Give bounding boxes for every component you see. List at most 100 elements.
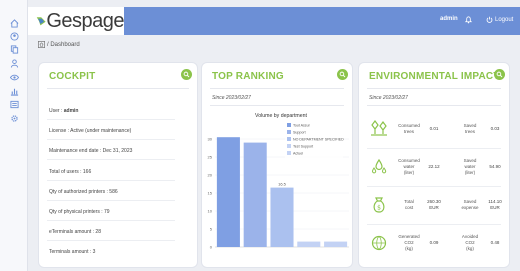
legend-label: Test Support [293, 145, 313, 149]
cockpit-stat-label: Total of users : 166 [49, 168, 92, 175]
breadcrumb-label: / Dashboard [47, 41, 80, 48]
cockpit-stat: eTerminals amount : 28 [49, 229, 101, 235]
environment-title: ENVIRONMENTAL IMPACT [369, 71, 500, 82]
env-right-label-line: (kg) [466, 246, 474, 251]
cockpit-stat: Total of users : 166 [49, 169, 91, 175]
legend-label: Support [293, 131, 306, 135]
svg-text:$: $ [377, 205, 381, 212]
env-right-value: 0.03 [483, 126, 507, 132]
ranking-since: Since 2023/02/27 [212, 95, 251, 101]
home-icon[interactable] [9, 18, 19, 28]
legend-swatch [287, 130, 291, 134]
env-right-value: 114.10 EUR [483, 199, 507, 211]
legend-label: NO DEPARTMENT SPECIFIED [293, 138, 344, 142]
brand-logo[interactable]: Gespage [28, 7, 124, 35]
y-tick-label: 30 [208, 137, 213, 142]
legend-swatch [287, 151, 291, 155]
divider [47, 139, 175, 141]
cockpit-stat: Qty of authorized printers : 586 [49, 189, 118, 195]
brand-name: Gespage [46, 9, 124, 32]
ranking-search-button[interactable] [337, 69, 348, 80]
env-right-label-line: expense [461, 205, 479, 210]
env-left-value: 0.09 [423, 240, 445, 246]
divider [47, 159, 175, 161]
env-left-label: Total cost [393, 199, 425, 211]
cockpit-card: COCKPIT User : admin License : Active (un… [38, 62, 198, 268]
environment-search-button[interactable] [494, 69, 505, 80]
env-left-label-line: trees [403, 129, 414, 134]
environment-since: Since 2023/02/27 [369, 95, 408, 101]
bell-icon[interactable] [464, 15, 473, 24]
y-tick-label: 20 [208, 173, 213, 178]
env-right-value-line: 0.03 [490, 126, 500, 131]
divider [367, 105, 501, 106]
y-tick-label: 10 [208, 209, 213, 214]
cockpit-stat: Terminals amount : 3 [49, 249, 95, 255]
cockpit-search-button[interactable] [181, 69, 192, 80]
logout-label: Logout [495, 16, 514, 23]
cockpit-title: COCKPIT [49, 71, 96, 82]
divider [47, 88, 189, 89]
home-icon[interactable] [38, 41, 45, 48]
y-tick-label: 5 [210, 227, 213, 232]
cockpit-stat: License : Active (under maintenance) [49, 128, 131, 134]
bar [270, 187, 294, 247]
env-right-label: Saved expense [455, 199, 485, 211]
cockpit-stat-label: Qty of authorized printers : 586 [49, 188, 118, 195]
cockpit-stat: Maintenance end date : Dec 31, 2023 [49, 148, 132, 154]
chart-title: Volume by department [255, 113, 307, 119]
env-left-value: 260.30 EUR [423, 199, 445, 211]
env-left-value: 0.01 [423, 126, 445, 132]
env-right-label-line: (liter) [464, 170, 476, 175]
divider [210, 105, 344, 106]
trees-icon [371, 120, 387, 136]
env-right-value-line: 0.48 [490, 240, 500, 245]
env-left-value: 22.12 [423, 164, 445, 170]
env-right-label: Saved trees [455, 123, 485, 135]
person-icon[interactable] [9, 58, 19, 68]
legend-label: Tout Assur [293, 124, 311, 128]
legend-label: Actuel [293, 152, 303, 156]
search-icon [339, 71, 346, 78]
search-icon [496, 71, 503, 78]
cockpit-stat: Qty of physical printers : 79 [49, 209, 110, 215]
bar [324, 241, 348, 247]
chart-icon[interactable] [9, 86, 19, 96]
power-icon [486, 16, 493, 23]
list-icon[interactable] [9, 99, 19, 109]
env-left-value-line: 0.09 [429, 240, 439, 245]
env-left-label: Consumed water (liter) [393, 158, 425, 176]
gear-icon[interactable] [9, 113, 19, 123]
environment-row: Consumed water (liter) 22.12 Saved water (lite… [365, 149, 507, 185]
env-right-label-line: trees [464, 129, 475, 134]
cockpit-stat: User : admin [49, 108, 78, 114]
env-left-value-line: EUR [429, 205, 439, 210]
volume-bar-chart: Volume by department 0 5 10 15 20 25 30 16.5 Tout… [208, 113, 349, 250]
water-drops-icon [371, 158, 387, 174]
cockpit-stat-label: eTerminals amount : 28 [49, 229, 101, 236]
env-right-value-line: EUR [490, 205, 500, 210]
globe-co2-icon [371, 235, 387, 251]
y-tick-label: 15 [208, 191, 213, 196]
logout-button[interactable]: Logout [486, 16, 513, 23]
data-label: 16.5 [278, 182, 287, 187]
env-right-value: 54.90 [483, 164, 507, 170]
divider [47, 179, 175, 181]
bar [216, 137, 240, 247]
bar [243, 142, 267, 247]
cockpit-stat-label: License : Active (under maintenance) [49, 128, 132, 135]
user-circle-icon[interactable] [9, 31, 19, 41]
cockpit-stat-label: User : [49, 108, 64, 114]
environmental-impact-card: ENVIRONMENTAL IMPACT Since 2023/02/27 Co… [358, 62, 510, 268]
copy-icon[interactable] [9, 44, 19, 54]
cockpit-stat-label: Qty of physical printers : 79 [49, 209, 110, 215]
env-left-label-line: (liter) [403, 170, 415, 175]
current-user[interactable]: admin [440, 16, 458, 22]
legend-swatch [287, 137, 291, 141]
y-tick-label: 0 [210, 245, 213, 250]
eye-icon[interactable] [9, 72, 19, 82]
top-ranking-card: TOP RANKING Since 2023/02/27 Volume by d… [201, 62, 353, 268]
sidebar [0, 0, 28, 271]
env-right-label: Avoided CO2 (kg) [455, 234, 485, 252]
env-right-value-line: 54.90 [489, 164, 501, 169]
